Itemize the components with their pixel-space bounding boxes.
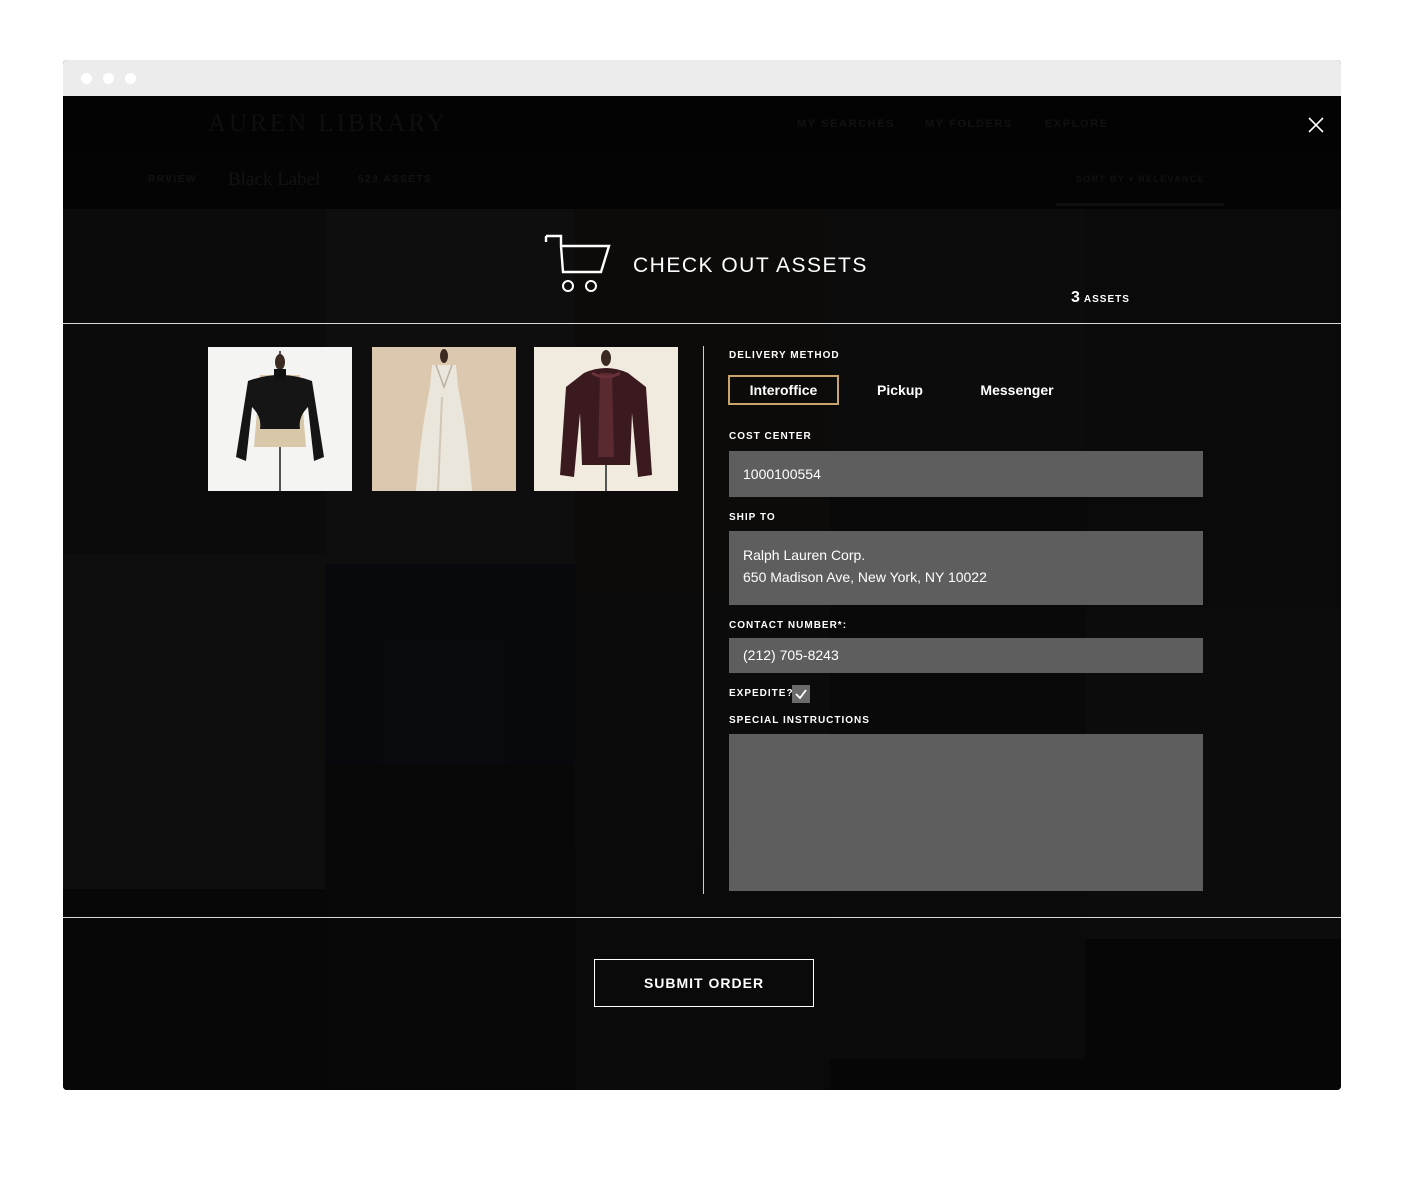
contact-number-label: CONTACT NUMBER*: — [729, 620, 848, 631]
checkmark-icon — [795, 689, 807, 700]
cost-center-field[interactable]: 1000100554 — [729, 451, 1203, 497]
modal-title: CHECK OUT ASSETS — [633, 254, 868, 277]
close-icon — [1308, 117, 1324, 133]
contact-number-field[interactable]: (212) 705-8243 — [729, 638, 1203, 673]
asset-thumbnail-black-bolero[interactable] — [208, 347, 352, 491]
ship-to-line-2: 650 Madison Ave, New York, NY 10022 — [743, 569, 987, 585]
expedite-checkbox[interactable] — [792, 685, 810, 703]
browser-window: AUREN LIBRARY MY SEARCHES MY FOLDERS EXP… — [63, 60, 1341, 1090]
ship-to-label: SHIP TO — [729, 512, 776, 523]
submit-order-button[interactable]: SUBMIT ORDER — [594, 959, 814, 1007]
asset-count-number: 3 — [1071, 289, 1080, 306]
delivery-option-pickup[interactable]: Pickup — [860, 375, 940, 405]
window-chrome — [63, 60, 1341, 96]
asset-thumbnail-ruffle-blouse[interactable] — [534, 347, 678, 491]
cost-center-label: COST CENTER — [729, 431, 812, 442]
modal-top-rule — [63, 323, 1341, 324]
expedite-label: EXPEDITE? — [729, 688, 794, 699]
window-dot-maximize[interactable] — [125, 73, 136, 84]
ship-to-line-1: Ralph Lauren Corp. — [743, 547, 866, 563]
cart-icon — [544, 234, 611, 292]
modal-bottom-rule — [63, 917, 1341, 918]
special-instructions-label: SPECIAL INSTRUCTIONS — [729, 715, 870, 726]
special-instructions-field[interactable] — [729, 734, 1203, 891]
window-dot-close[interactable] — [81, 73, 92, 84]
asset-count-label: ASSETS — [1083, 294, 1130, 305]
ship-to-field[interactable]: Ralph Lauren Corp. 650 Madison Ave, New … — [729, 531, 1203, 605]
close-button[interactable] — [1303, 112, 1329, 138]
asset-count: 3 ASSETS — [1071, 289, 1130, 307]
app-viewport: AUREN LIBRARY MY SEARCHES MY FOLDERS EXP… — [63, 96, 1341, 1090]
delivery-method-label: DELIVERY METHOD — [729, 350, 840, 361]
modal-column-divider — [703, 346, 704, 894]
delivery-option-messenger[interactable]: Messenger — [970, 375, 1064, 405]
delivery-option-interoffice[interactable]: Interoffice — [728, 375, 839, 405]
window-dot-minimize[interactable] — [103, 73, 114, 84]
asset-thumbnail-satin-gown[interactable] — [372, 347, 516, 491]
